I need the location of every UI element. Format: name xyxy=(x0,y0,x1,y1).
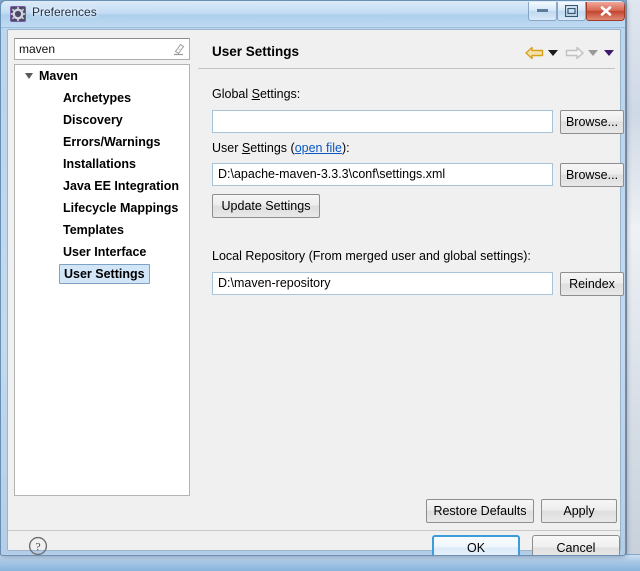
maximize-button[interactable] xyxy=(557,2,586,21)
clear-eraser-icon[interactable] xyxy=(171,42,186,57)
maximize-icon xyxy=(565,5,578,17)
panel-body: Global Settings: Browse... User Settings… xyxy=(198,69,624,496)
chevron-down-icon[interactable] xyxy=(25,73,33,79)
minimize-button[interactable] xyxy=(528,2,557,21)
forward-arrow-icon xyxy=(565,45,584,66)
sidebar-item-installations[interactable]: Installations xyxy=(15,153,189,175)
sidebar-item-user-interface[interactable]: User Interface xyxy=(15,241,189,263)
panel-header: User Settings xyxy=(198,38,615,69)
sidebar-item-lifecycle-mappings[interactable]: Lifecycle Mappings xyxy=(15,197,189,219)
global-settings-label: Global Settings: xyxy=(212,87,301,101)
tree-node-label: Templates xyxy=(63,223,124,237)
svg-text:?: ? xyxy=(35,539,40,553)
page-title: User Settings xyxy=(212,44,300,59)
local-repository-input[interactable]: D:\maven-repository xyxy=(212,272,553,295)
user-settings-browse-button[interactable]: Browse... xyxy=(560,163,624,187)
update-settings-button[interactable]: Update Settings xyxy=(212,194,320,218)
tree-node-label: Installations xyxy=(63,157,136,171)
close-icon xyxy=(600,6,611,16)
restore-defaults-button[interactable]: Restore Defaults xyxy=(426,499,534,523)
preferences-tree[interactable]: Maven Archetypes Discovery Errors/Warnin… xyxy=(14,64,190,496)
close-button[interactable] xyxy=(586,2,625,21)
ok-button[interactable]: OK xyxy=(432,535,520,555)
settings-panel: User Settings Global Settings: Browse...… xyxy=(198,38,624,496)
footer-divider xyxy=(8,530,620,531)
open-file-link[interactable]: open file xyxy=(295,141,342,155)
local-repository-label: Local Repository (From merged user and g… xyxy=(212,249,531,263)
apply-button[interactable]: Apply xyxy=(541,499,617,523)
sidebar-item-archetypes[interactable]: Archetypes xyxy=(15,87,189,109)
minimize-icon xyxy=(537,9,548,12)
sidebar-item-errors-warnings[interactable]: Errors/Warnings xyxy=(15,131,189,153)
tree-node-label: Java EE Integration xyxy=(63,179,180,193)
sidebar-item-java-ee-integration[interactable]: Java EE Integration xyxy=(15,175,189,197)
reindex-button[interactable]: Reindex xyxy=(560,272,624,296)
user-settings-input[interactable]: D:\apache-maven-3.3.3\conf\settings.xml xyxy=(212,163,553,186)
title-bar[interactable]: Preferences xyxy=(1,1,625,28)
preferences-dialog: Preferences maven Maven Archetypes Disco… xyxy=(0,0,626,556)
background-taskbar xyxy=(0,554,640,571)
tree-node-label: Archetypes xyxy=(63,91,132,105)
chevron-down-icon xyxy=(588,50,598,56)
tree-node-label: Lifecycle Mappings xyxy=(63,201,179,215)
chevron-down-icon[interactable] xyxy=(604,50,614,56)
tree-node-label-selected: User Settings xyxy=(59,264,150,284)
dialog-client-area: maven Maven Archetypes Discovery Errors/… xyxy=(7,29,624,555)
global-settings-input[interactable] xyxy=(212,110,553,133)
cancel-button[interactable]: Cancel xyxy=(532,535,620,555)
sidebar-item-user-settings[interactable]: User Settings xyxy=(15,263,189,285)
sidebar-item-templates[interactable]: Templates xyxy=(15,219,189,241)
chevron-down-icon[interactable] xyxy=(548,50,558,56)
tree-node-label: Maven xyxy=(39,69,78,83)
back-arrow-icon[interactable] xyxy=(525,45,544,66)
help-question-icon[interactable]: ? xyxy=(28,536,48,555)
tree-node-maven[interactable]: Maven xyxy=(15,65,189,87)
tree-node-label: Errors/Warnings xyxy=(63,135,161,149)
window-title: Preferences xyxy=(32,5,97,19)
gear-icon xyxy=(10,6,26,22)
tree-node-label: User Interface xyxy=(63,245,147,259)
tree-node-label: Discovery xyxy=(63,113,123,127)
search-input[interactable]: maven xyxy=(19,42,55,56)
global-settings-browse-button[interactable]: Browse... xyxy=(560,110,624,134)
filter-search-box[interactable]: maven xyxy=(14,38,190,60)
user-settings-label: User Settings (open file): xyxy=(212,141,350,155)
background-ide-panel xyxy=(626,0,640,571)
sidebar-item-discovery[interactable]: Discovery xyxy=(15,109,189,131)
